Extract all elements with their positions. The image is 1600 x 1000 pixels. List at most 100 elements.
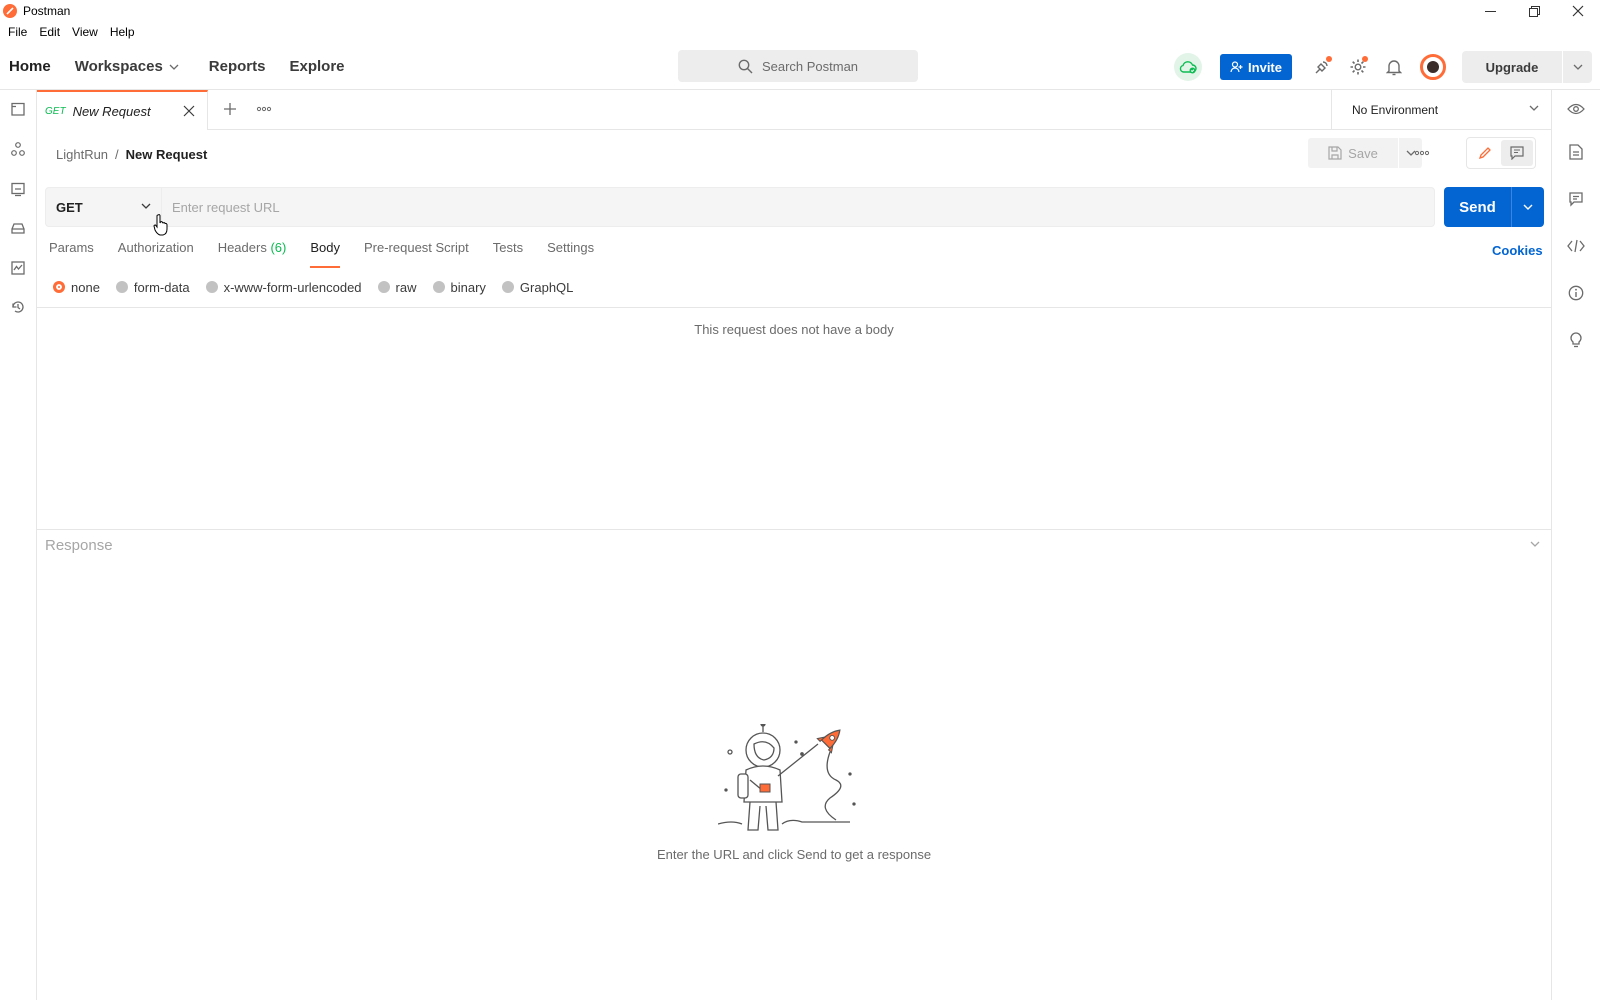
chevron-down-icon [169,64,179,70]
astronaut-illustration [718,724,856,831]
bell-icon [1386,60,1402,76]
divider [37,307,1551,308]
nav-reports[interactable]: Reports [209,58,274,75]
more-horizontal-icon[interactable] [256,102,272,116]
radio [115,281,128,293]
breadcrumb-separator: / [115,146,119,162]
environment-select[interactable]: No Environment [1331,90,1551,130]
url-bar: GET [45,187,1435,227]
apis-icon [11,142,25,156]
history-button[interactable] [9,298,27,316]
breadcrumb: LightRun / New Request [56,145,207,163]
close-icon[interactable] [183,105,195,117]
cookies-link[interactable]: Cookies [1492,243,1543,258]
headers-count: (6) [270,240,287,255]
send-button[interactable]: Send [1444,187,1511,227]
method-label: GET [56,199,83,215]
sync-status-button[interactable] [1174,53,1203,81]
response-title: Response [45,537,113,554]
request-name[interactable]: New Request [126,147,208,162]
apis-button[interactable] [9,140,27,158]
method-select[interactable]: GET [46,188,162,226]
notifications-button[interactable] [1380,53,1408,81]
body-type-raw[interactable]: raw [377,279,417,295]
collections-button[interactable] [9,100,27,118]
save-group: Save [1308,138,1422,168]
upgrade-dropdown-button[interactable] [1562,51,1592,83]
body-type-graphql-label: GraphQL [519,279,574,295]
code-snippet-button[interactable] [1567,237,1585,255]
save-button[interactable]: Save [1308,138,1398,168]
tab-tests[interactable]: Tests [493,240,523,268]
close-icon [1572,5,1584,17]
documentation-button[interactable] [1567,143,1585,161]
monitor-icon [11,261,25,275]
nav-home[interactable]: Home [9,58,59,75]
restore-button[interactable] [1512,0,1556,22]
tab-params[interactable]: Params [49,240,94,268]
info-button[interactable] [1567,284,1585,302]
chevron-down-icon [1523,204,1533,210]
body-type-urlencoded[interactable]: x-www-form-urlencoded [205,280,362,295]
plus-icon[interactable] [223,102,237,116]
header-actions: Invite Upgrade [1174,44,1600,90]
document-icon [1569,144,1583,160]
tab-authorization[interactable]: Authorization [118,240,194,268]
avatar[interactable] [1420,54,1446,80]
menu-view[interactable]: View [68,25,102,39]
settings-button[interactable] [1344,53,1372,81]
mock-servers-button[interactable] [9,219,27,237]
comments-button[interactable] [1567,190,1585,208]
search-box[interactable]: Search Postman [678,50,918,82]
cloud-sync-icon [1179,61,1197,74]
invite-button[interactable]: Invite [1220,54,1292,80]
nav-workspaces-label: Workspaces [74,58,163,75]
url-input[interactable] [162,188,1434,226]
body-type-none[interactable]: none [53,280,100,295]
body-type-raw-label: raw [395,279,417,295]
tab-headers[interactable]: Headers (6) [218,240,287,268]
monitors-button[interactable] [9,259,27,277]
tab-body[interactable]: Body [310,240,340,268]
postman-logo-icon [3,4,17,18]
upgrade-button[interactable]: Upgrade [1462,51,1562,83]
radio [432,281,445,293]
menu-help[interactable]: Help [106,25,139,39]
hand-cursor-icon [153,214,168,236]
tab-settings[interactable]: Settings [547,240,594,268]
nav-explore[interactable]: Explore [289,58,352,75]
menu-edit[interactable]: Edit [35,25,64,39]
radio [377,281,390,293]
tab-pre-request-script[interactable]: Pre-request Script [364,240,469,268]
send-dropdown-button[interactable] [1511,187,1544,227]
collections-icon [11,102,25,116]
request-tab[interactable]: GET New Request [37,90,208,130]
environments-button[interactable] [9,180,27,198]
nav-workspaces[interactable]: Workspaces [75,58,187,75]
more-horizontal-icon[interactable] [1414,146,1430,160]
right-sidebar [1551,90,1600,1000]
chevron-down-icon[interactable] [1530,541,1540,547]
save-icon [1328,146,1342,160]
view-mode-toggle [1466,137,1536,169]
comment-mode-button[interactable] [1501,140,1533,166]
body-type-binary[interactable]: binary [432,279,486,295]
close-window-button[interactable] [1556,0,1600,22]
body-type-form-data[interactable]: form-data [115,280,190,295]
radio [501,281,514,293]
body-type-graphql[interactable]: GraphQL [501,279,574,295]
body-type-binary-label: binary [450,279,486,295]
minimize-button[interactable] [1468,0,1512,22]
satellite-button[interactable] [1308,53,1336,81]
upgrade-group: Upgrade [1462,51,1592,83]
breadcrumb-collection[interactable]: LightRun [56,147,108,162]
edit-mode-button[interactable] [1469,140,1501,166]
restore-icon [1528,5,1540,17]
search-placeholder: Search Postman [761,58,859,74]
menu-file[interactable]: File [4,25,31,39]
environment-quick-look-button[interactable] [1567,100,1585,118]
comment-icon [1510,146,1524,160]
menu-bar: File Edit View Help [0,22,139,42]
response-divider[interactable] [37,529,1551,530]
tips-button[interactable] [1567,330,1585,348]
